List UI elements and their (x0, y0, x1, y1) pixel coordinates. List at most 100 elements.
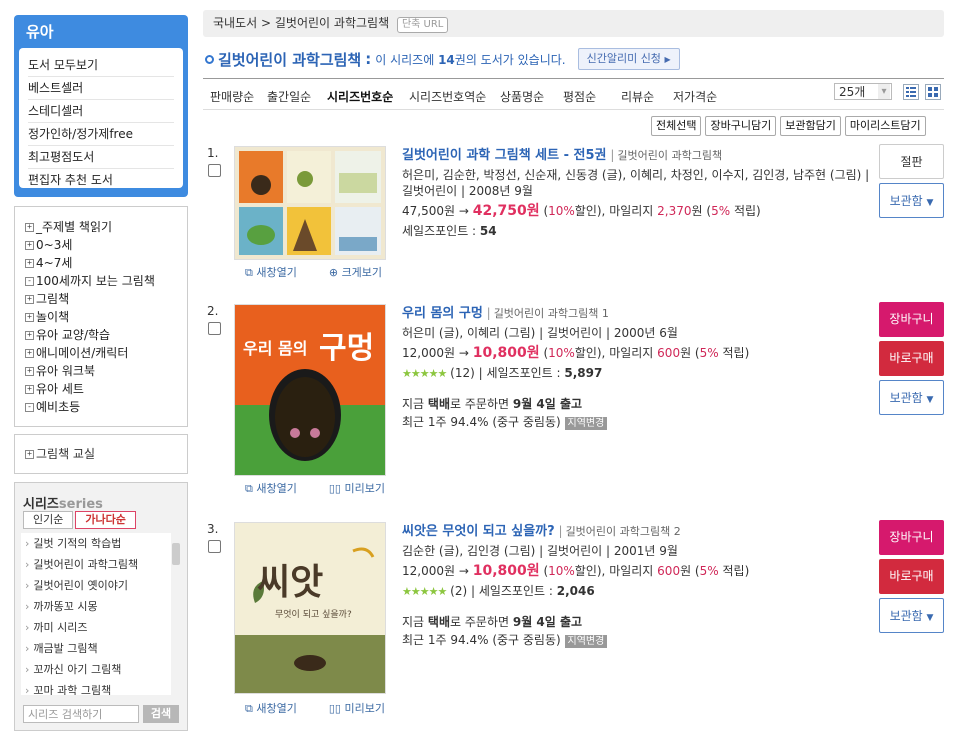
book-cover[interactable]: 씨앗 무엇이 되고 싶을까? (234, 522, 386, 694)
book-series[interactable]: 길벗어린이 과학그림책 1 (494, 307, 609, 320)
book-series[interactable]: 길벗어린이 과학그림책 (617, 149, 722, 162)
cart-button[interactable]: 장바구니 (879, 302, 944, 337)
series-search-input[interactable]: 시리즈 검색하기 (23, 705, 139, 723)
series-list-item[interactable]: 꼬까신 아기 그림책 (21, 659, 171, 680)
series-list-item[interactable]: 까까똥꼬 시몽 (21, 596, 171, 617)
cart-button[interactable]: 장바구니 (879, 520, 944, 555)
category-link[interactable]: 베스트셀러 (28, 77, 174, 100)
series-list-item[interactable]: 까미 시리즈 (21, 617, 171, 638)
book-authors: 허은미, 김순한, 박정선, 신순재, 신동경 (글), 이혜리, 차정인, 이… (402, 168, 870, 182)
review-count[interactable]: (2) (450, 584, 467, 598)
sort-series-number[interactable]: 시리즈번호순 (327, 88, 393, 105)
category-link[interactable]: 스테디셀러 (28, 100, 174, 123)
book-cover[interactable] (234, 146, 386, 260)
tree-item-label: 놀이책 (36, 310, 70, 324)
open-new-window-link[interactable]: ⧉ 새창열기 (245, 480, 313, 496)
category-link[interactable]: 도서 모두보기 (28, 54, 174, 77)
book-title[interactable]: 씨앗은 무엇이 되고 싶을까? (402, 524, 555, 539)
tree-item[interactable]: - 예비초등 (15, 398, 187, 416)
sort-low-price[interactable]: 저가격순 (673, 88, 717, 105)
series-list-item[interactable]: 꼬마 과학 그림책 (21, 680, 171, 695)
expand-icon[interactable]: + (25, 312, 34, 322)
select-all-button[interactable]: 전체선택 (651, 116, 702, 136)
tree-item[interactable]: + 그림책 (15, 290, 187, 308)
series-search-button[interactable]: 검색 (143, 705, 179, 723)
buy-now-button[interactable]: 바로구매 (879, 559, 944, 594)
change-region-button[interactable]: 지역변경 (564, 635, 608, 648)
tree-item[interactable]: +0~3세 (15, 236, 187, 254)
tree-item[interactable]: +4~7세 (15, 254, 187, 272)
rating-stars-icon: ★★★★★ (402, 585, 447, 598)
add-to-mylist-button[interactable]: 마이리스트담기 (844, 116, 926, 136)
category-link[interactable]: 정가인하/정가제free (28, 123, 174, 146)
list-view-icon[interactable] (903, 84, 919, 100)
expand-icon[interactable]: + (25, 222, 34, 232)
series-panel: 시리즈series 인기순 가나다순 길벗 기적의 학습법 길벗어린이 과학그림… (14, 482, 188, 731)
wishlist-button[interactable]: 보관함 ▼ (879, 380, 944, 415)
item-checkbox[interactable] (208, 540, 221, 553)
sort-date[interactable]: 출간일순 (267, 88, 311, 105)
expand-icon[interactable]: + (25, 240, 34, 250)
delivery-method: 택배 (427, 615, 451, 629)
per-page-select[interactable]: 25개 (834, 83, 892, 100)
short-url-button[interactable]: 단축 URL (396, 17, 449, 33)
preview-link[interactable]: ▯▯ 미리보기 (329, 480, 401, 496)
expand-icon[interactable]: + (25, 294, 34, 304)
expand-icon[interactable]: + (25, 258, 34, 268)
series-list-item[interactable]: 길벗어린이 옛이야기 (21, 575, 171, 596)
expand-icon[interactable]: + (25, 330, 34, 340)
series-list-item[interactable]: 길벗어린이 과학그림책 (21, 554, 171, 575)
review-count[interactable]: (12) (450, 366, 475, 380)
tree-item[interactable]: + 유아 세트 (15, 380, 187, 398)
tree-item[interactable]: -100세까지 보는 그림책 (15, 272, 187, 290)
sort-rating[interactable]: 평점순 (563, 88, 596, 105)
tree-item[interactable]: + 그림책 교실 (15, 445, 187, 463)
preview-link[interactable]: ▯▯ 미리보기 (329, 700, 401, 716)
zoom-view-link[interactable]: ⊕ 크게보기 (329, 264, 398, 280)
tree-item[interactable]: + 애니메이션/캐릭터 (15, 344, 187, 362)
sort-reviews[interactable]: 리뷰순 (621, 88, 654, 105)
tree-item[interactable]: + 놀이책 (15, 308, 187, 326)
series-list-item[interactable]: 길벗 기적의 학습법 (21, 533, 171, 554)
add-to-cart-button[interactable]: 장바구니담기 (705, 116, 777, 136)
tab-alphabetical[interactable]: 가나다순 (75, 511, 136, 529)
tree-item[interactable]: + _주제별 책읽기 (15, 218, 187, 236)
change-region-button[interactable]: 지역변경 (564, 417, 608, 430)
expand-icon[interactable]: + (25, 449, 34, 459)
sort-sales[interactable]: 판매량순 (210, 88, 254, 105)
breadcrumb-root[interactable]: 국내도서 (213, 16, 257, 30)
item-checkbox[interactable] (208, 322, 221, 335)
caret-down-icon: ▼ (926, 198, 934, 208)
new-release-alert-button[interactable]: 신간알리미 신청 ▶ (577, 48, 680, 70)
count-prefix: 이 시리즈에 (375, 52, 435, 67)
expand-icon[interactable]: + (25, 366, 34, 376)
expand-icon[interactable]: + (25, 384, 34, 394)
item-checkbox[interactable] (208, 164, 221, 177)
sort-series-number-desc[interactable]: 시리즈번호역순 (409, 88, 486, 105)
preview-label: 미리보기 (344, 482, 385, 495)
add-to-wishlist-button[interactable]: 보관함담기 (780, 116, 841, 136)
expand-icon[interactable]: + (25, 348, 34, 358)
series-list-item[interactable]: 깨금발 그림책 (21, 638, 171, 659)
series-scrollbar[interactable] (172, 543, 180, 565)
tree-item[interactable]: + 유아 교양/학습 (15, 326, 187, 344)
book-title[interactable]: 길벗어린이 과학 그림책 세트 - 전5권 (402, 148, 607, 163)
wishlist-button[interactable]: 보관함 ▼ (879, 183, 944, 218)
breadcrumb-current[interactable]: 길벗어린이 과학그림책 (275, 16, 389, 30)
category-link[interactable]: 최고평점도서 (28, 146, 174, 169)
open-new-window-link[interactable]: ⧉ 새창열기 (245, 264, 313, 280)
book-cover[interactable]: 우리 몸의 구멍 (234, 304, 386, 476)
wishlist-button[interactable]: 보관함 ▼ (879, 598, 944, 633)
book-title[interactable]: 우리 몸의 구멍 (402, 306, 483, 321)
book-series[interactable]: 길벗어린이 과학그림책 2 (566, 525, 681, 538)
tab-popular[interactable]: 인기순 (23, 511, 74, 529)
sort-name[interactable]: 상품명순 (500, 88, 544, 105)
category-link[interactable]: 편집자 추천 도서 (28, 169, 174, 191)
buy-now-button[interactable]: 바로구매 (879, 341, 944, 376)
breadcrumb-separator: > (261, 16, 272, 30)
category-title[interactable]: 유아 (26, 21, 54, 42)
tree-item[interactable]: + 유아 워크북 (15, 362, 187, 380)
grid-view-icon[interactable] (925, 84, 941, 100)
breadcrumb: 국내도서 > 길벗어린이 과학그림책 단축 URL (203, 10, 944, 37)
open-new-window-link[interactable]: ⧉ 새창열기 (245, 700, 313, 716)
